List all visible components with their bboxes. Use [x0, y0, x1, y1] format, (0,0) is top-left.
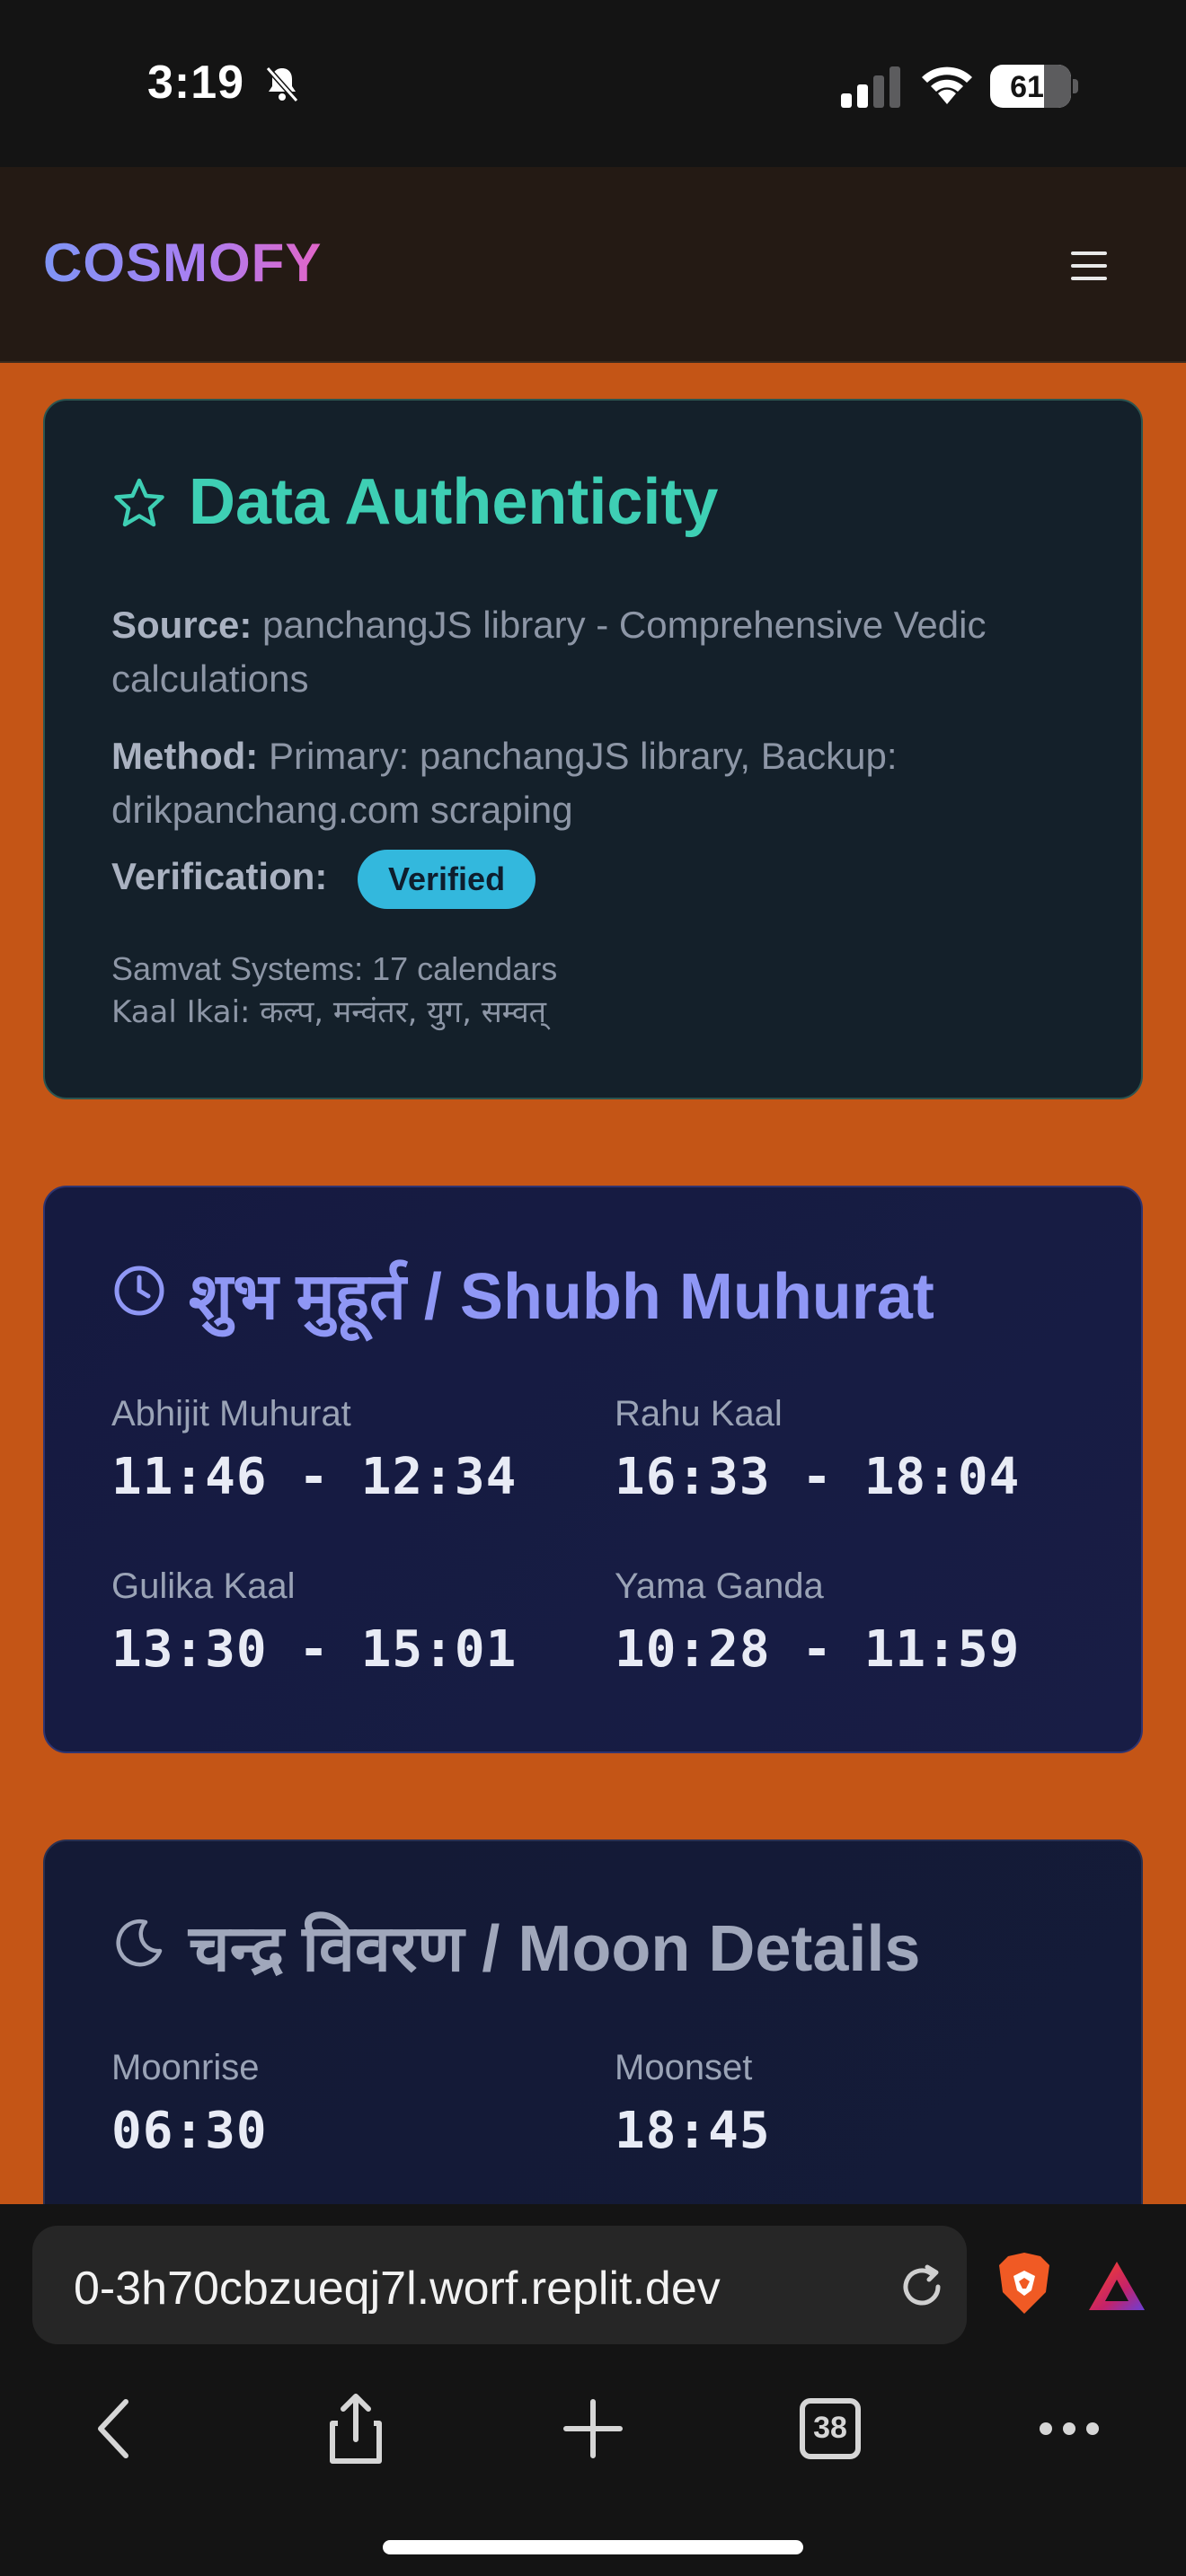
shubh-muhurat-card: शुभ मुहूर्त / Shubh Muhurat Abhijit Muhu…: [43, 1186, 1143, 1753]
wifi-icon: [922, 66, 972, 104]
cellular-signal-icon: [841, 66, 900, 108]
muhurat-label: Gulika Kaal: [111, 1566, 296, 1606]
kaal-ikai-text: Kaal Ikai: कल्प, मन्वंतर, युग, सम्वत्: [111, 994, 547, 1030]
status-time: 3:19: [147, 57, 245, 109]
share-icon[interactable]: [311, 2384, 401, 2474]
muhurat-value: 10:28 - 11:59: [615, 1620, 1021, 1679]
clock-icon: [114, 1266, 164, 1316]
bell-slash-icon: [265, 66, 299, 102]
reload-icon[interactable]: [895, 2260, 949, 2314]
home-indicator[interactable]: [383, 2540, 803, 2554]
verified-badge: Verified: [358, 850, 536, 909]
hamburger-menu-icon[interactable]: [1071, 251, 1107, 282]
muhurat-value: 11:46 - 12:34: [111, 1448, 518, 1506]
muhurat-label: Yama Ganda: [615, 1566, 824, 1606]
moon-details-card: चन्द्र विवरण / Moon Details Moonrise 06:…: [43, 1839, 1143, 2204]
browser-toolbar: 0-3h70cbzueqj7l.worf.replit.dev 38: [0, 2204, 1186, 2576]
samvat-systems-text: Samvat Systems: 17 calendars: [111, 950, 558, 987]
star-icon: [114, 478, 164, 527]
moon-label: Moonrise: [111, 2048, 260, 2087]
muhurat-value: 13:30 - 15:01: [111, 1620, 518, 1679]
battery-indicator: 61: [990, 65, 1078, 108]
method-line: Method: Primary: panchangJS library, Bac…: [111, 729, 1082, 837]
card-title: Data Authenticity: [189, 466, 719, 538]
moon-value: 18:45: [615, 2102, 771, 2160]
content-area[interactable]: Data Authenticity Source: panchangJS lib…: [0, 363, 1186, 2204]
tabs-count: 38: [813, 2411, 847, 2445]
brave-rewards-icon[interactable]: [1085, 2258, 1148, 2314]
battery-level: 61: [1010, 70, 1044, 104]
muhurat-value: 16:33 - 18:04: [615, 1448, 1021, 1506]
address-bar[interactable]: 0-3h70cbzueqj7l.worf.replit.dev: [32, 2226, 967, 2344]
tabs-button[interactable]: 38: [785, 2384, 875, 2474]
verification-label: Verification:: [111, 855, 328, 897]
moon-label: Moonset: [615, 2048, 753, 2087]
muhurat-label: Rahu Kaal: [615, 1394, 783, 1434]
muhurat-label: Abhijit Muhurat: [111, 1394, 351, 1434]
brave-shield-icon[interactable]: [996, 2251, 1053, 2316]
status-bar: 3:19 61: [0, 0, 1186, 167]
source-label: Source:: [111, 604, 252, 646]
new-tab-icon[interactable]: [548, 2384, 638, 2474]
back-icon[interactable]: [72, 2384, 162, 2474]
moon-icon: [116, 1919, 163, 1967]
more-options-icon[interactable]: [1024, 2384, 1114, 2474]
method-label: Method:: [111, 735, 259, 777]
app-header: COSMOFY: [0, 167, 1186, 363]
card-title: चन्द्र विवरण / Moon Details: [189, 1913, 921, 1985]
card-title: शुभ मुहूर्त / Shubh Muhurat: [189, 1261, 934, 1333]
moon-value: 06:30: [111, 2102, 268, 2160]
source-line: Source: panchangJS library - Comprehensi…: [111, 598, 1082, 706]
brand-logo[interactable]: COSMOFY: [43, 232, 322, 294]
data-authenticity-card: Data Authenticity Source: panchangJS lib…: [43, 399, 1143, 1099]
url-text[interactable]: 0-3h70cbzueqj7l.worf.replit.dev: [74, 2262, 882, 2316]
page: 3:19 61 COSMOFY Data Authenticity Source…: [0, 0, 1186, 2576]
